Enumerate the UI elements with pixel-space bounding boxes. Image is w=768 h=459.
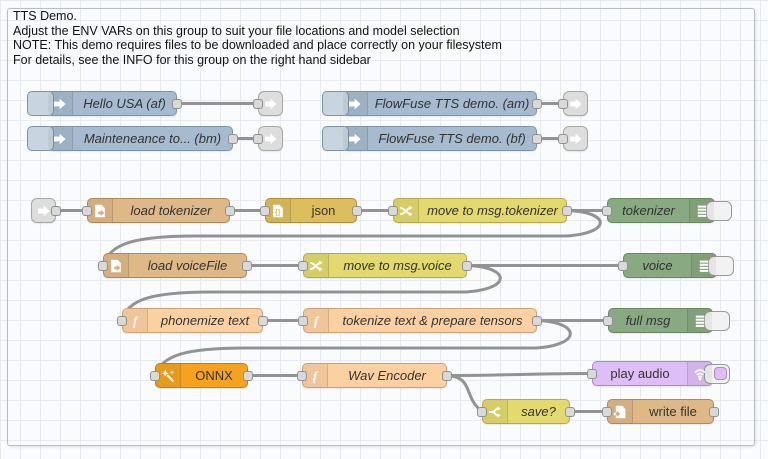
output-port[interactable] [258,316,268,326]
input-port[interactable] [602,407,612,417]
node-label: load tokenizer [113,199,229,222]
node-load-voicefile[interactable]: load voiceFile [103,253,247,278]
node-wav-encoder[interactable]: Wav Encoder [302,363,447,388]
output-port[interactable] [228,134,238,144]
input-port[interactable] [602,206,612,216]
wire-wav-to-save[interactable] [447,376,482,412]
input-port[interactable] [297,371,307,381]
input-port[interactable] [587,369,597,379]
node-label: move to msg.tokenizer [419,199,566,222]
output-port[interactable] [562,206,572,216]
output-port[interactable] [51,206,61,216]
output-port[interactable] [225,206,235,216]
flow-canvas[interactable]: f TTS Demo. Adjust the ENV VARs on this … [0,0,768,459]
link-out-icon [569,97,583,111]
node-play-audio[interactable]: play audio [592,361,713,386]
node-write-file[interactable]: write file [607,399,714,424]
node-label: Mainteneance to... (bm) [73,127,232,150]
wires-layer [0,0,768,459]
node-link-in[interactable] [31,198,56,223]
node-label: FlowFuse TTS demo. (am) [368,92,536,115]
output-port[interactable] [532,134,542,144]
node-switch-save[interactable]: save? [482,399,570,424]
node-link-out-1[interactable] [258,91,283,116]
node-label: ONNX [181,364,247,387]
input-port[interactable] [98,261,108,271]
input-port[interactable] [558,99,568,109]
node-inject-maintenance[interactable]: Mainteneance to... (bm) [47,126,233,151]
node-debug-voice[interactable]: voice [623,253,717,278]
debug-icon [689,199,714,222]
input-port[interactable] [298,261,308,271]
input-port[interactable] [82,206,92,216]
output-port[interactable] [352,206,362,216]
link-out-icon [264,97,278,111]
output-port[interactable] [442,371,452,381]
node-phonemize-text[interactable]: phonemize text [122,308,263,333]
node-label: voice [624,254,691,277]
node-inject-hello-usa[interactable]: Hello USA (af) [47,91,177,116]
input-port[interactable] [253,99,263,109]
node-label: full msg [609,309,687,332]
output-port[interactable] [172,99,182,109]
play-audio-toggle-inner [714,367,727,380]
input-port[interactable] [260,206,270,216]
input-port[interactable] [298,316,308,326]
node-link-out-3[interactable] [563,91,588,116]
output-port[interactable] [565,407,575,417]
svg-text:{}: {} [275,207,281,216]
node-label: json [291,199,356,222]
output-port[interactable] [709,407,719,417]
output-port[interactable] [243,371,253,381]
link-in-icon [37,204,51,218]
link-out-icon [264,132,278,146]
node-link-out-4[interactable] [563,126,588,151]
node-label: Hello USA (af) [73,92,176,115]
input-port[interactable] [388,206,398,216]
output-port[interactable] [532,316,542,326]
node-label: phonemize text [148,309,262,332]
input-port[interactable] [150,371,160,381]
node-label: load voiceFile [129,254,246,277]
node-inject-flowfuse-am[interactable]: FlowFuse TTS demo. (am) [342,91,537,116]
wire-wav-to-play[interactable] [447,374,592,376]
inject-icon [343,127,368,150]
node-label: Wav Encoder [328,364,446,387]
node-inject-flowfuse-bf[interactable]: FlowFuse TTS demo. (bf) [342,126,537,151]
node-label: FlowFuse TTS demo. (bf) [368,127,536,150]
speaker-waves-icon [687,362,712,385]
input-port[interactable] [603,316,613,326]
node-debug-tokenizer[interactable]: tokenizer [607,198,715,223]
node-debug-full-msg[interactable]: full msg [608,308,713,333]
node-label: tokenize text & prepare tensors [329,309,536,332]
output-port[interactable] [532,99,542,109]
node-label: play audio [593,362,687,385]
inject-icon [48,92,73,115]
node-json[interactable]: {} json [265,198,357,223]
node-link-out-2[interactable] [258,126,283,151]
output-port[interactable] [462,261,472,271]
inject-icon [343,92,368,115]
output-port[interactable] [242,261,252,271]
input-port[interactable] [558,134,568,144]
node-move-to-msg-voice[interactable]: move to msg.voice [303,253,467,278]
input-port[interactable] [477,407,487,417]
node-tokenize-prepare-tensors[interactable]: tokenize text & prepare tensors [303,308,537,333]
debug-icon [691,254,716,277]
inject-icon [48,127,73,150]
link-out-icon [569,132,583,146]
node-label: tokenizer [608,199,689,222]
input-port[interactable] [253,134,263,144]
node-label: save? [508,400,569,423]
input-port[interactable] [618,261,628,271]
node-load-tokenizer[interactable]: load tokenizer [87,198,230,223]
debug-icon [687,309,712,332]
node-onnx[interactable]: ONNX [155,363,248,388]
node-move-to-msg-tokenizer[interactable]: move to msg.tokenizer [393,198,567,223]
input-port[interactable] [117,316,127,326]
node-label: write file [633,400,713,423]
node-label: move to msg.voice [329,254,466,277]
